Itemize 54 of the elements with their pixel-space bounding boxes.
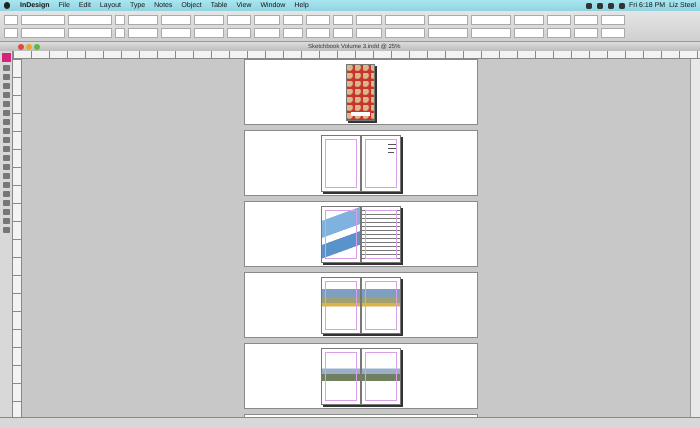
input-field[interactable] xyxy=(161,28,191,38)
input-field[interactable] xyxy=(68,14,112,24)
zoom-button[interactable] xyxy=(34,44,40,50)
title-page-drawing xyxy=(360,134,400,192)
input-field[interactable] xyxy=(601,28,625,38)
input-field[interactable] xyxy=(547,14,571,24)
input-field[interactable] xyxy=(514,14,544,24)
input-field[interactable] xyxy=(385,14,425,24)
panorama-sketch-drawing xyxy=(320,348,360,404)
map-sketch-drawing xyxy=(320,206,360,262)
input-field[interactable] xyxy=(471,28,511,38)
input-field[interactable] xyxy=(283,14,303,24)
landscape-sketch-drawing xyxy=(320,276,360,334)
input-field[interactable] xyxy=(194,14,224,24)
input-field[interactable] xyxy=(283,28,303,38)
input-field[interactable] xyxy=(356,14,382,24)
input-field[interactable] xyxy=(128,14,158,24)
app-logo-icon xyxy=(2,53,10,62)
input-field[interactable] xyxy=(547,28,571,38)
input-field[interactable] xyxy=(333,14,353,24)
input-field[interactable] xyxy=(428,28,468,38)
input-field[interactable] xyxy=(4,14,18,24)
input-field[interactable] xyxy=(471,14,511,24)
cover-page-drawing xyxy=(346,64,375,120)
input-field[interactable] xyxy=(227,14,251,24)
input-field[interactable] xyxy=(428,14,468,24)
input-field[interactable] xyxy=(306,14,330,24)
input-field[interactable] xyxy=(161,14,191,24)
scroll-bar[interactable] xyxy=(690,59,700,417)
blank-page xyxy=(320,134,360,192)
input-field[interactable] xyxy=(128,28,158,38)
input-field[interactable] xyxy=(68,28,112,38)
input-field[interactable] xyxy=(333,28,353,38)
input-field[interactable] xyxy=(194,28,224,38)
input-field[interactable] xyxy=(385,28,425,38)
close-button[interactable] xyxy=(18,44,24,50)
input-field[interactable] xyxy=(21,14,65,24)
input-field[interactable] xyxy=(254,28,280,38)
input-field[interactable] xyxy=(574,14,598,24)
landscape-sketch-drawing xyxy=(360,276,400,334)
input-field[interactable] xyxy=(514,28,544,38)
minimize-button[interactable] xyxy=(26,44,32,50)
input-field[interactable] xyxy=(227,28,251,38)
input-field[interactable] xyxy=(356,28,382,38)
status-icons-drawing xyxy=(586,2,625,8)
input-field[interactable] xyxy=(21,28,65,38)
input-field[interactable] xyxy=(254,14,280,24)
apple-icon[interactable] xyxy=(4,2,10,9)
input-field[interactable] xyxy=(601,14,625,24)
input-field[interactable] xyxy=(574,28,598,38)
input-field[interactable] xyxy=(4,28,18,38)
input-field[interactable] xyxy=(306,28,330,38)
panorama-sketch-drawing xyxy=(360,348,400,404)
handwritten-page-drawing xyxy=(360,206,400,262)
